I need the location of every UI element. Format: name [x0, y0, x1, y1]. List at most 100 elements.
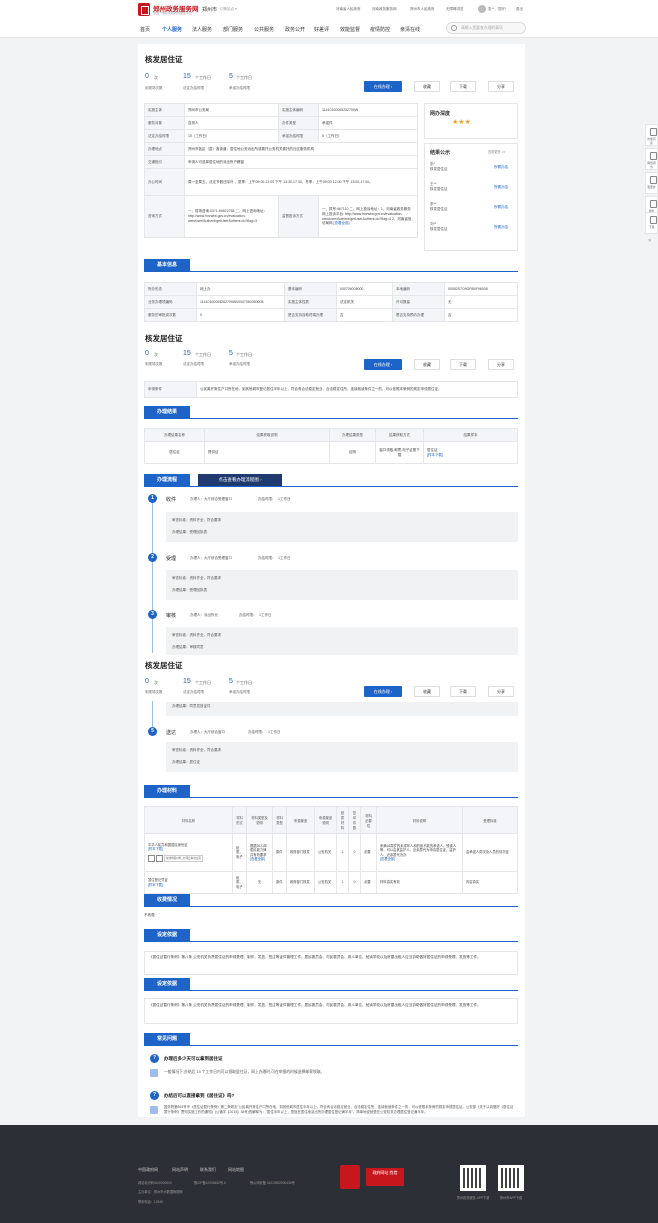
- result-item: 李** 核发居住证: [430, 202, 448, 213]
- search-input[interactable]: 请输入您要查办理的事项: [446, 22, 526, 34]
- basis-tab[interactable]: 设定依据: [144, 978, 190, 990]
- info-key: 办公时间: [144, 168, 185, 196]
- info-val: 郑州市公安局: [184, 103, 279, 117]
- error-report-badge[interactable]: 政府网站 找错: [366, 1168, 404, 1186]
- footer-link-statement[interactable]: 网站声明: [172, 1167, 188, 1173]
- logout-link[interactable]: 退出: [516, 7, 523, 12]
- nav-personal[interactable]: 个人服务: [162, 26, 182, 33]
- blank-form-icon[interactable]: [148, 854, 155, 862]
- sticky-title: 核发居住证: [145, 661, 183, 670]
- side-collapse-icon[interactable]: »: [648, 238, 651, 244]
- material-tag-button[interactable]: 在线申报材料_办理定事迹证需: [163, 854, 204, 863]
- step-number: 1: [148, 494, 157, 503]
- nav-department[interactable]: 部门服务: [223, 26, 243, 33]
- footer-link-sitemap[interactable]: 网站地图: [228, 1167, 244, 1173]
- share-button[interactable]: 分享: [488, 81, 514, 92]
- share-button[interactable]: 分享: [488, 359, 514, 370]
- qr-caption: 郑州政务服务 APP下载: [456, 1196, 490, 1200]
- sample-download-link[interactable]: [样本下载]: [148, 847, 229, 851]
- top-link-city-gov[interactable]: 郑州市人民政府: [410, 7, 435, 12]
- sticky-title: 核发居住证: [145, 334, 183, 343]
- basic-info-table: 所办形态 网上办 基本编码 000706005000 本地编码 00052S7O9GR80…: [144, 282, 518, 322]
- sample-form-icon[interactable]: [155, 854, 163, 862]
- info-table: 实施主体 郑州市公安局 实施主体编码 11410100005252709W 服务对象自…: [144, 103, 418, 238]
- side-qa-button[interactable]: 智能问答: [645, 124, 658, 146]
- logo-icon[interactable]: [138, 3, 150, 16]
- city-switch-link[interactable]: 切换站点 ▾: [220, 7, 237, 12]
- material-cell: 0: [348, 833, 361, 872]
- download-button[interactable]: 下载: [450, 359, 476, 370]
- step-handler: 办理人：大厅综合窗口: [190, 730, 225, 734]
- favorite-button[interactable]: 收藏: [414, 686, 440, 697]
- results-title: 结果公示: [430, 150, 451, 156]
- stat-visits-label: 到现场次数: [145, 362, 163, 366]
- info-val[interactable]: 承诺件: [318, 116, 418, 130]
- user-avatar-icon[interactable]: [478, 5, 486, 13]
- footer-link-contact[interactable]: 联系我们: [200, 1167, 216, 1173]
- faq-tab[interactable]: 常见问题: [144, 1033, 190, 1045]
- side-apply-button[interactable]: 我要办: [645, 172, 658, 194]
- nav-review[interactable]: 好差评: [314, 26, 329, 33]
- flow-tab[interactable]: 办理流程: [144, 474, 190, 486]
- step-detail-box: [166, 570, 518, 600]
- info-key: 法定办结时限: [144, 129, 185, 143]
- result-status[interactable]: 所需办结: [494, 205, 508, 210]
- material-name-cell: 中华人民共和国居民身份证 [样本下载] 在线申报材料_办理定事迹证需: [144, 833, 233, 872]
- stat-visits-unit: 次: [154, 680, 158, 685]
- basis-tab[interactable]: 设定依据: [144, 929, 190, 941]
- result-tab[interactable]: 办理结果: [144, 406, 190, 418]
- nav-open[interactable]: 政务公开: [285, 26, 305, 33]
- result-status[interactable]: 所需办结: [494, 165, 508, 170]
- sample-download-link[interactable]: [样本下载]: [427, 453, 514, 458]
- share-button[interactable]: 分享: [488, 686, 514, 697]
- stat-visits-unit: 次: [154, 75, 158, 80]
- result-status[interactable]: 所需办结: [494, 185, 508, 190]
- col-header: 纸质材料: [336, 806, 349, 834]
- section-divider: [144, 486, 518, 487]
- stat-legal-num: 15: [183, 73, 191, 80]
- result-cell: 居住证: [144, 441, 205, 464]
- footer-link-gov[interactable]: 中国政府网: [138, 1167, 158, 1173]
- stat-promise-unit: 个工作日: [236, 352, 252, 357]
- main-nav: 首页 个人服务 法人服务 部门服务 公共服务 政务公开 好差评 效能监督 疫情防…: [0, 20, 658, 38]
- material-cell: 必要: [360, 833, 377, 872]
- gov-badge-icon[interactable]: [340, 1165, 360, 1189]
- download-button[interactable]: 下载: [450, 81, 476, 92]
- nav-home[interactable]: 首页: [140, 26, 150, 33]
- results-more-link[interactable]: 查看更多 >>: [488, 149, 505, 154]
- view-all-link[interactable]: [查看全部]: [333, 221, 349, 225]
- step-number: 2: [148, 553, 157, 562]
- result-status[interactable]: 所需办结: [494, 225, 508, 230]
- top-link-accessibility[interactable]: 无障碍浏览: [446, 7, 464, 12]
- sample-download-link[interactable]: [样本下载]: [148, 883, 229, 887]
- flow-chart-button[interactable]: 点击查看办理流程图 ›: [198, 474, 282, 486]
- user-greeting[interactable]: 张**，您好！: [488, 7, 508, 12]
- top-link-province-gov[interactable]: 河南省人民政府: [336, 7, 361, 12]
- nav-supervise[interactable]: 效能监督: [340, 26, 360, 33]
- basic-info-tab[interactable]: 基本信息: [144, 259, 190, 271]
- view-all-link[interactable]: [查看全部]: [250, 857, 269, 861]
- favorite-button[interactable]: 收藏: [414, 359, 440, 370]
- nav-qinqing[interactable]: 亲清在线: [400, 26, 420, 33]
- apply-online-button[interactable]: 在线办理 ›: [364, 81, 402, 92]
- material-desc: 根据2021年居民能力律并有效要求: [250, 843, 268, 857]
- col-header: 受理标准: [462, 806, 518, 834]
- fee-tab[interactable]: 收费情况: [144, 894, 190, 906]
- materials-tab[interactable]: 办理材料: [144, 785, 190, 797]
- download-button[interactable]: 下载: [450, 686, 476, 697]
- nav-epidemic[interactable]: 疫情防控: [370, 26, 390, 33]
- footer: 中国政府网 网站声明 联系我们 网站地图 网站标识码4100000004 豫IC…: [0, 1125, 658, 1223]
- nav-public[interactable]: 公共服务: [254, 26, 274, 33]
- view-all-link[interactable]: [查看全部]: [380, 857, 459, 861]
- nav-legal[interactable]: 法人服务: [192, 26, 212, 33]
- side-download-button[interactable]: 下载: [645, 212, 658, 234]
- top-link-province-service[interactable]: 河南政务服务网: [372, 7, 397, 12]
- col-header: 材料类型: [272, 806, 287, 834]
- side-survey-button[interactable]: 网络调查: [645, 148, 658, 170]
- info-key: 服务对象: [144, 116, 185, 130]
- favorite-button[interactable]: 收藏: [414, 81, 440, 92]
- apply-online-button[interactable]: 在线办理 ›: [364, 686, 402, 697]
- info-key: 交通指引: [144, 155, 185, 169]
- col-header: 材料形式: [232, 806, 247, 834]
- apply-online-button[interactable]: 在线办理 ›: [364, 359, 402, 370]
